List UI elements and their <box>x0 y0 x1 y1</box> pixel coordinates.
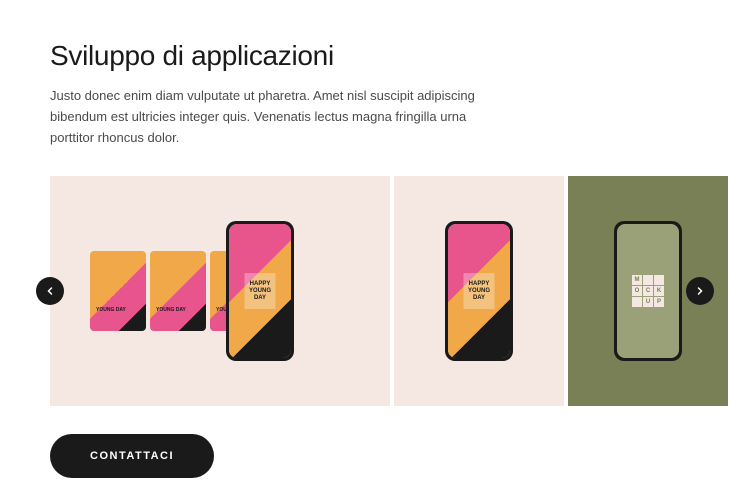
carousel-prev-button[interactable] <box>36 277 64 305</box>
chevron-left-icon <box>45 286 55 296</box>
mockup-card: YOUNG DAY <box>150 251 206 331</box>
carousel: YOUNG DAY YOUNG DAY YOUNG DAY HAPPY YOUN… <box>50 176 700 406</box>
card-label: YOUNG DAY <box>156 308 186 313</box>
screen-headline: HAPPY YOUNG DAY <box>464 274 495 310</box>
phone-mockup: M O C K U P <box>614 221 682 361</box>
phone-screen: HAPPY YOUNG DAY <box>448 224 510 358</box>
logo-letter: P <box>654 297 664 307</box>
chevron-right-icon <box>695 286 705 296</box>
logo-letter: M <box>632 275 642 285</box>
carousel-slide[interactable]: YOUNG DAY YOUNG DAY YOUNG DAY HAPPY YOUN… <box>50 176 390 406</box>
carousel-next-button[interactable] <box>686 277 714 305</box>
logo-letter <box>643 275 653 285</box>
phone-screen: HAPPY YOUNG DAY <box>229 224 291 358</box>
mockup-card: YOUNG DAY <box>90 251 146 331</box>
carousel-slide[interactable]: HAPPY YOUNG DAY <box>394 176 564 406</box>
phone-mockup: HAPPY YOUNG DAY <box>226 221 294 361</box>
logo-letter: U <box>643 297 653 307</box>
page-title: Sviluppo di applicazioni <box>50 40 700 72</box>
logo-letter <box>654 275 664 285</box>
phone-screen: M O C K U P <box>617 224 679 358</box>
screen-headline: HAPPY YOUNG DAY <box>245 274 276 310</box>
slide-content: YOUNG DAY YOUNG DAY YOUNG DAY HAPPY YOUN… <box>70 196 370 386</box>
phone-mockup: HAPPY YOUNG DAY <box>445 221 513 361</box>
logo-letter <box>632 297 642 307</box>
contact-button[interactable]: Contattaci <box>50 434 214 478</box>
page-description: Justo donec enim diam vulputate ut phare… <box>50 86 510 148</box>
mockup-logo: M O C K U P <box>632 275 664 307</box>
logo-letter: C <box>643 286 653 296</box>
card-label: YOUNG DAY <box>96 308 126 313</box>
logo-letter: K <box>654 286 664 296</box>
logo-letter: O <box>632 286 642 296</box>
